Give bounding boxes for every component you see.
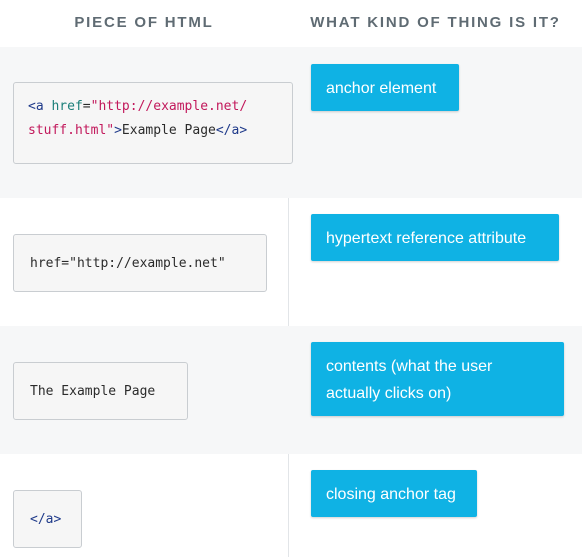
column-header-kind-of-thing: WHAT KIND OF THING IS IT? <box>310 14 561 31</box>
table-row: href="http://example.net" hypertext refe… <box>0 198 582 326</box>
answer-tile-contents[interactable]: contents (what the user actually clicks … <box>311 342 564 416</box>
code-snippet-closing-tag: </a> <box>13 490 82 548</box>
answer-tile-anchor-element[interactable]: anchor element <box>311 64 459 111</box>
table-header: PIECE OF HTML WHAT KIND OF THING IS IT? <box>0 0 582 47</box>
code-snippet-contents: The Example Page <box>13 362 188 420</box>
table-row: The Example Page contents (what the user… <box>0 326 582 454</box>
table-row: <a href="http://example.net/ stuff.html"… <box>0 47 582 198</box>
code-snippet-href-attribute: href="http://example.net" <box>13 234 267 292</box>
code-snippet-anchor-element: <a href="http://example.net/ stuff.html"… <box>13 82 293 164</box>
answer-tile-hypertext-reference-attribute[interactable]: hypertext reference attribute <box>311 214 559 261</box>
matching-table: PIECE OF HTML WHAT KIND OF THING IS IT? … <box>0 0 582 557</box>
column-header-piece-of-html: PIECE OF HTML <box>74 14 214 31</box>
answer-tile-closing-anchor-tag[interactable]: closing anchor tag <box>311 470 477 517</box>
table-row: </a> closing anchor tag <box>0 454 582 557</box>
